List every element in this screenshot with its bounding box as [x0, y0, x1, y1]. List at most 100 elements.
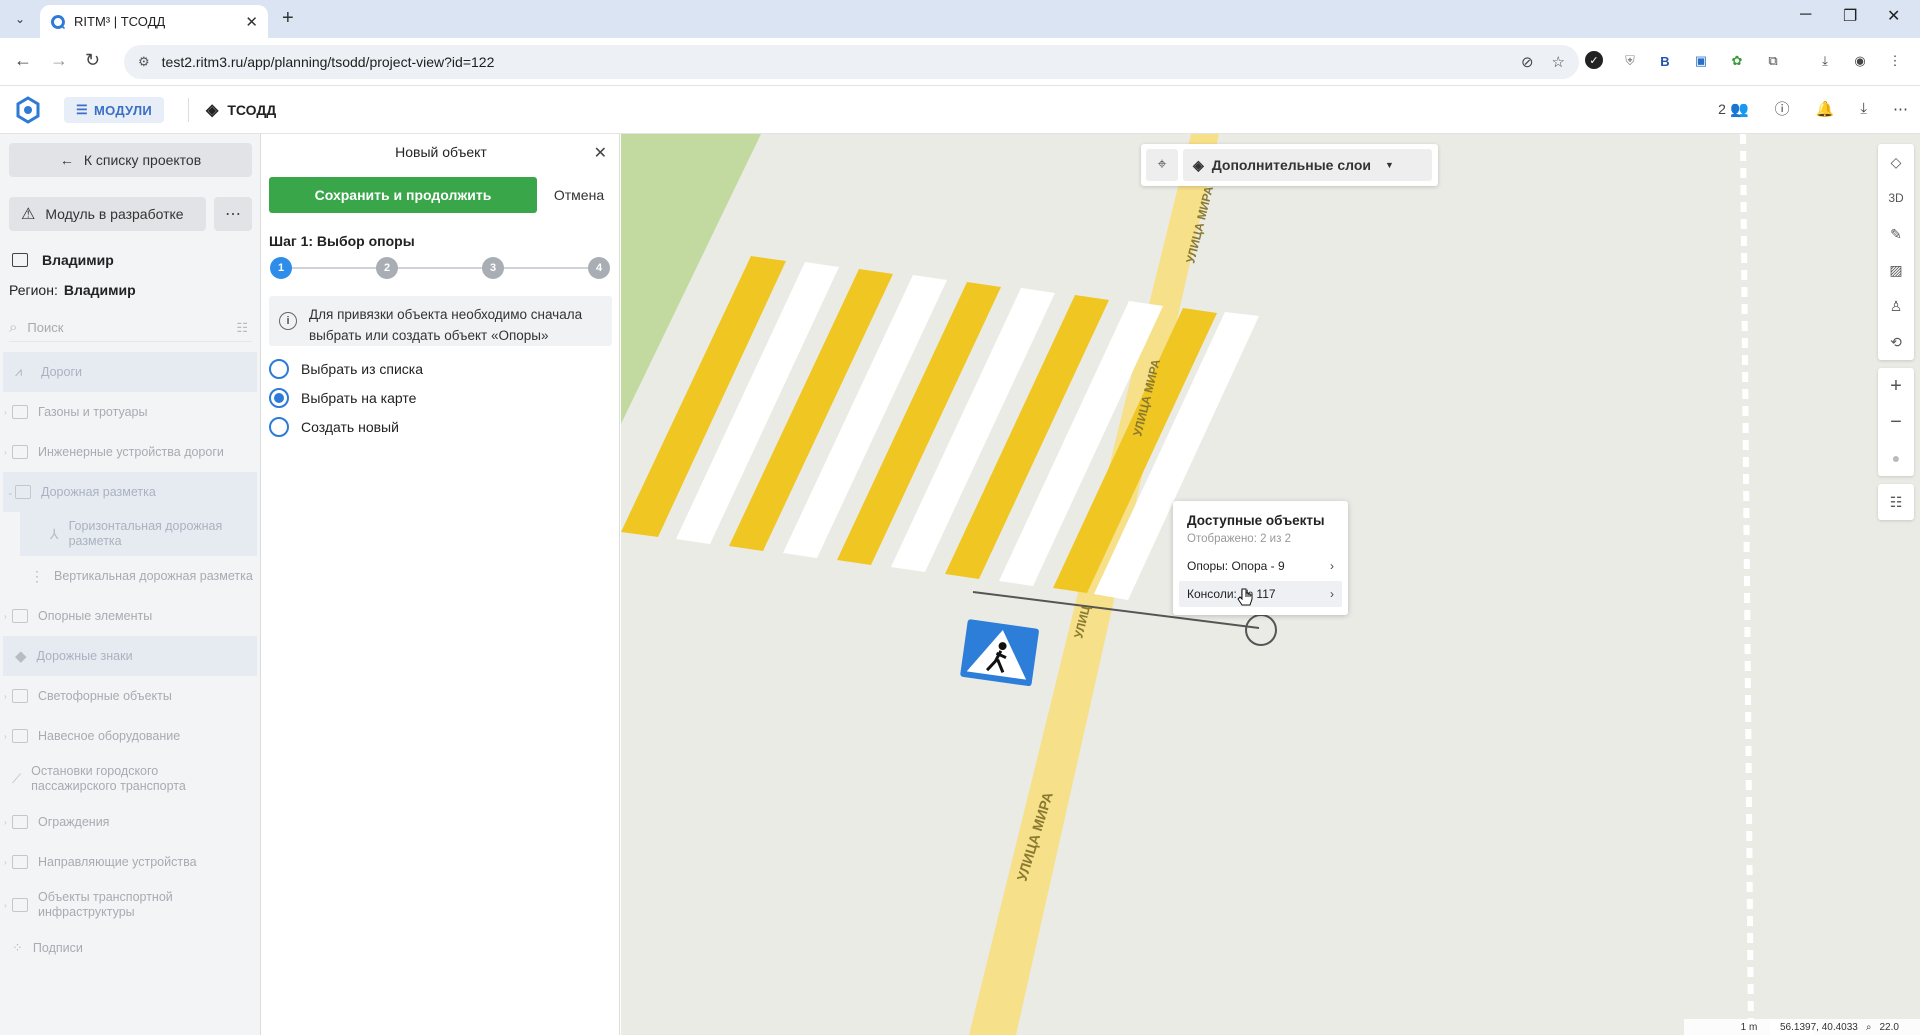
step-dot[interactable]: 2: [376, 257, 398, 279]
url-text: test2.ritm3.ru/app/planning/tsodd/projec…: [161, 54, 495, 70]
tree-item[interactable]: ⋮ Вертикальная дорожная разметка: [0, 556, 260, 596]
close-icon[interactable]: ✕: [594, 143, 607, 163]
extensions-icon[interactable]: ⧉: [1763, 51, 1783, 71]
forward-arrow-icon[interactable]: →: [50, 50, 68, 71]
browser-tab[interactable]: RITM³ | ТСОДД ✕: [40, 5, 268, 38]
sidebar-more-button[interactable]: ⋯: [214, 197, 252, 231]
tree-item[interactable]: › Светофорные объекты: [0, 676, 260, 716]
eye-off-icon[interactable]: ⊘: [1521, 53, 1534, 71]
tree-item[interactable]: ⩘ Дороги: [3, 352, 257, 392]
region-line: Регион: Владимир: [9, 282, 136, 298]
zoom-out-icon[interactable]: −: [1878, 404, 1914, 440]
folder-icon: [12, 898, 28, 912]
radio-circle[interactable]: [269, 359, 289, 379]
tree-item[interactable]: ⟋ Остановки городского пассажирского тран…: [0, 756, 260, 802]
minimize-icon[interactable]: ─: [1800, 6, 1811, 24]
users-button[interactable]: 2 👥: [1718, 100, 1748, 118]
step-dot[interactable]: 1: [270, 257, 292, 279]
step-dot[interactable]: 4: [588, 257, 610, 279]
bell-icon[interactable]: 🔔: [1816, 100, 1835, 118]
photo-icon[interactable]: ▨: [1878, 252, 1914, 288]
filter-icon[interactable]: ☷: [236, 320, 248, 336]
warning-icon: ⚠: [21, 206, 36, 223]
radio-label: Выбрать из списка: [301, 361, 424, 377]
url-input[interactable]: ⚙ test2.ritm3.ru/app/planning/tsodd/proj…: [124, 45, 1579, 79]
extension-check-icon[interactable]: ✓: [1585, 51, 1603, 69]
extra-layers-dropdown[interactable]: ◈ Дополнительные слои ▼: [1183, 149, 1432, 181]
folder-icon: [15, 485, 31, 499]
browser-menu-icon[interactable]: ⋮: [1885, 51, 1905, 71]
extension-b-icon[interactable]: B: [1655, 51, 1675, 71]
radio-circle[interactable]: [269, 417, 289, 437]
tab-search-dropdown[interactable]: ⌄: [8, 7, 32, 31]
view-3d-button[interactable]: 3D: [1878, 180, 1914, 216]
extension-puzzle-green-icon[interactable]: ✿: [1727, 51, 1747, 71]
popup-item-pole[interactable]: Опоры: Опора - 9 ›: [1179, 553, 1342, 579]
radio-circle-checked[interactable]: [269, 388, 289, 408]
tree-item[interactable]: › Инженерные устройства дороги: [0, 432, 260, 472]
pole-marker: [1245, 614, 1277, 646]
tree-item[interactable]: › Направляющие устройства: [0, 842, 260, 882]
layers-stack-icon[interactable]: ◇: [1878, 144, 1914, 180]
person-icon[interactable]: ♙: [1878, 288, 1914, 324]
save-continue-button[interactable]: Сохранить и продолжить: [269, 177, 537, 213]
green-area: [621, 134, 761, 424]
locate-icon[interactable]: ⌖: [1146, 149, 1178, 181]
zoom-in-icon[interactable]: +: [1878, 368, 1914, 404]
module-dev-button[interactable]: ⚠ Модуль в разработке: [9, 197, 206, 231]
extension-shield-icon[interactable]: ⛨: [1620, 51, 1640, 71]
tree-item[interactable]: › Опорные элементы: [0, 596, 260, 636]
region-label: Регион:: [9, 282, 58, 298]
popup-item-label: Опоры: Опора - 9: [1187, 559, 1285, 573]
reload-icon[interactable]: ↻: [85, 50, 100, 71]
back-to-projects-button[interactable]: ← К списку проектов: [9, 143, 252, 177]
download-icon[interactable]: ⤓: [1815, 51, 1835, 71]
popup-item-label: Консоли: № 117: [1187, 587, 1276, 601]
window-close-icon[interactable]: ✕: [1887, 6, 1900, 26]
map-canvas[interactable]: УЛИЦА МИРА УЛИЦА МИРА УЛИЦ УЛИЦА МИРА ⌖ …: [621, 134, 1920, 1035]
popup-item-console[interactable]: Консоли: № 117 ›: [1179, 581, 1342, 607]
bookmark-star-icon[interactable]: ☆: [1552, 53, 1565, 71]
draw-pen-icon[interactable]: ✎: [1878, 216, 1914, 252]
modules-button[interactable]: ☰ МОДУЛИ: [64, 97, 165, 123]
tree-item[interactable]: › Навесное оборудование: [0, 716, 260, 756]
tree-item[interactable]: › Ограждения: [0, 802, 260, 842]
list-icon: ☰: [76, 102, 88, 117]
project-name: Владимир: [12, 252, 114, 268]
radio-select-from-list[interactable]: Выбрать из списка: [269, 359, 423, 379]
legend-list-icon[interactable]: ☷: [1878, 484, 1914, 520]
tree-item[interactable]: ⁘ Подписи: [0, 928, 260, 968]
marking-icon: ⅄: [50, 525, 59, 542]
caret-icon: ›: [4, 857, 7, 867]
replay-icon[interactable]: ⟲: [1878, 324, 1914, 360]
tree-item[interactable]: ⅄ Горизонтальная дорожная разметка: [20, 512, 257, 556]
extension-screenshot-icon[interactable]: ▣: [1691, 51, 1711, 71]
tab-close-icon[interactable]: ✕: [245, 13, 258, 31]
caret-icon: ›: [4, 817, 7, 827]
back-arrow-icon[interactable]: ←: [14, 50, 32, 71]
cancel-button[interactable]: Отмена: [547, 177, 611, 213]
help-icon[interactable]: ⓘ: [1775, 98, 1790, 119]
tree-item[interactable]: ◆ Дорожные знаки: [3, 636, 257, 676]
folder-icon: [12, 405, 28, 419]
radio-create-new[interactable]: Создать новый: [269, 417, 399, 437]
header-actions: 2 👥 ⓘ 🔔 ⤓ ⋯: [1718, 98, 1908, 119]
tree-item[interactable]: › Газоны и тротуары: [0, 392, 260, 432]
tree-item[interactable]: ⌄ Дорожная разметка: [3, 472, 257, 512]
search-input[interactable]: ⌕ Поиск ☷: [9, 314, 252, 342]
new-tab-icon[interactable]: +: [282, 7, 294, 30]
caret-icon: ›: [4, 900, 7, 910]
restore-icon[interactable]: ❐: [1843, 6, 1857, 26]
app-logo-icon[interactable]: [14, 96, 42, 124]
more-menu-icon[interactable]: ⋯: [1893, 100, 1908, 118]
radio-select-on-map[interactable]: Выбрать на карте: [269, 388, 416, 408]
section-title: ТСОДД: [227, 102, 277, 118]
location-pin-icon[interactable]: ●: [1878, 440, 1914, 476]
profile-icon[interactable]: ◉: [1850, 51, 1870, 71]
step-dot[interactable]: 3: [482, 257, 504, 279]
site-info-icon[interactable]: ⚙: [138, 54, 150, 70]
folder-icon: [12, 729, 28, 743]
tree-item[interactable]: › Объекты транспортной инфраструктуры: [0, 882, 260, 928]
caret-down-icon: ⌄: [7, 487, 14, 497]
download-app-icon[interactable]: ⤓: [1860, 100, 1867, 117]
